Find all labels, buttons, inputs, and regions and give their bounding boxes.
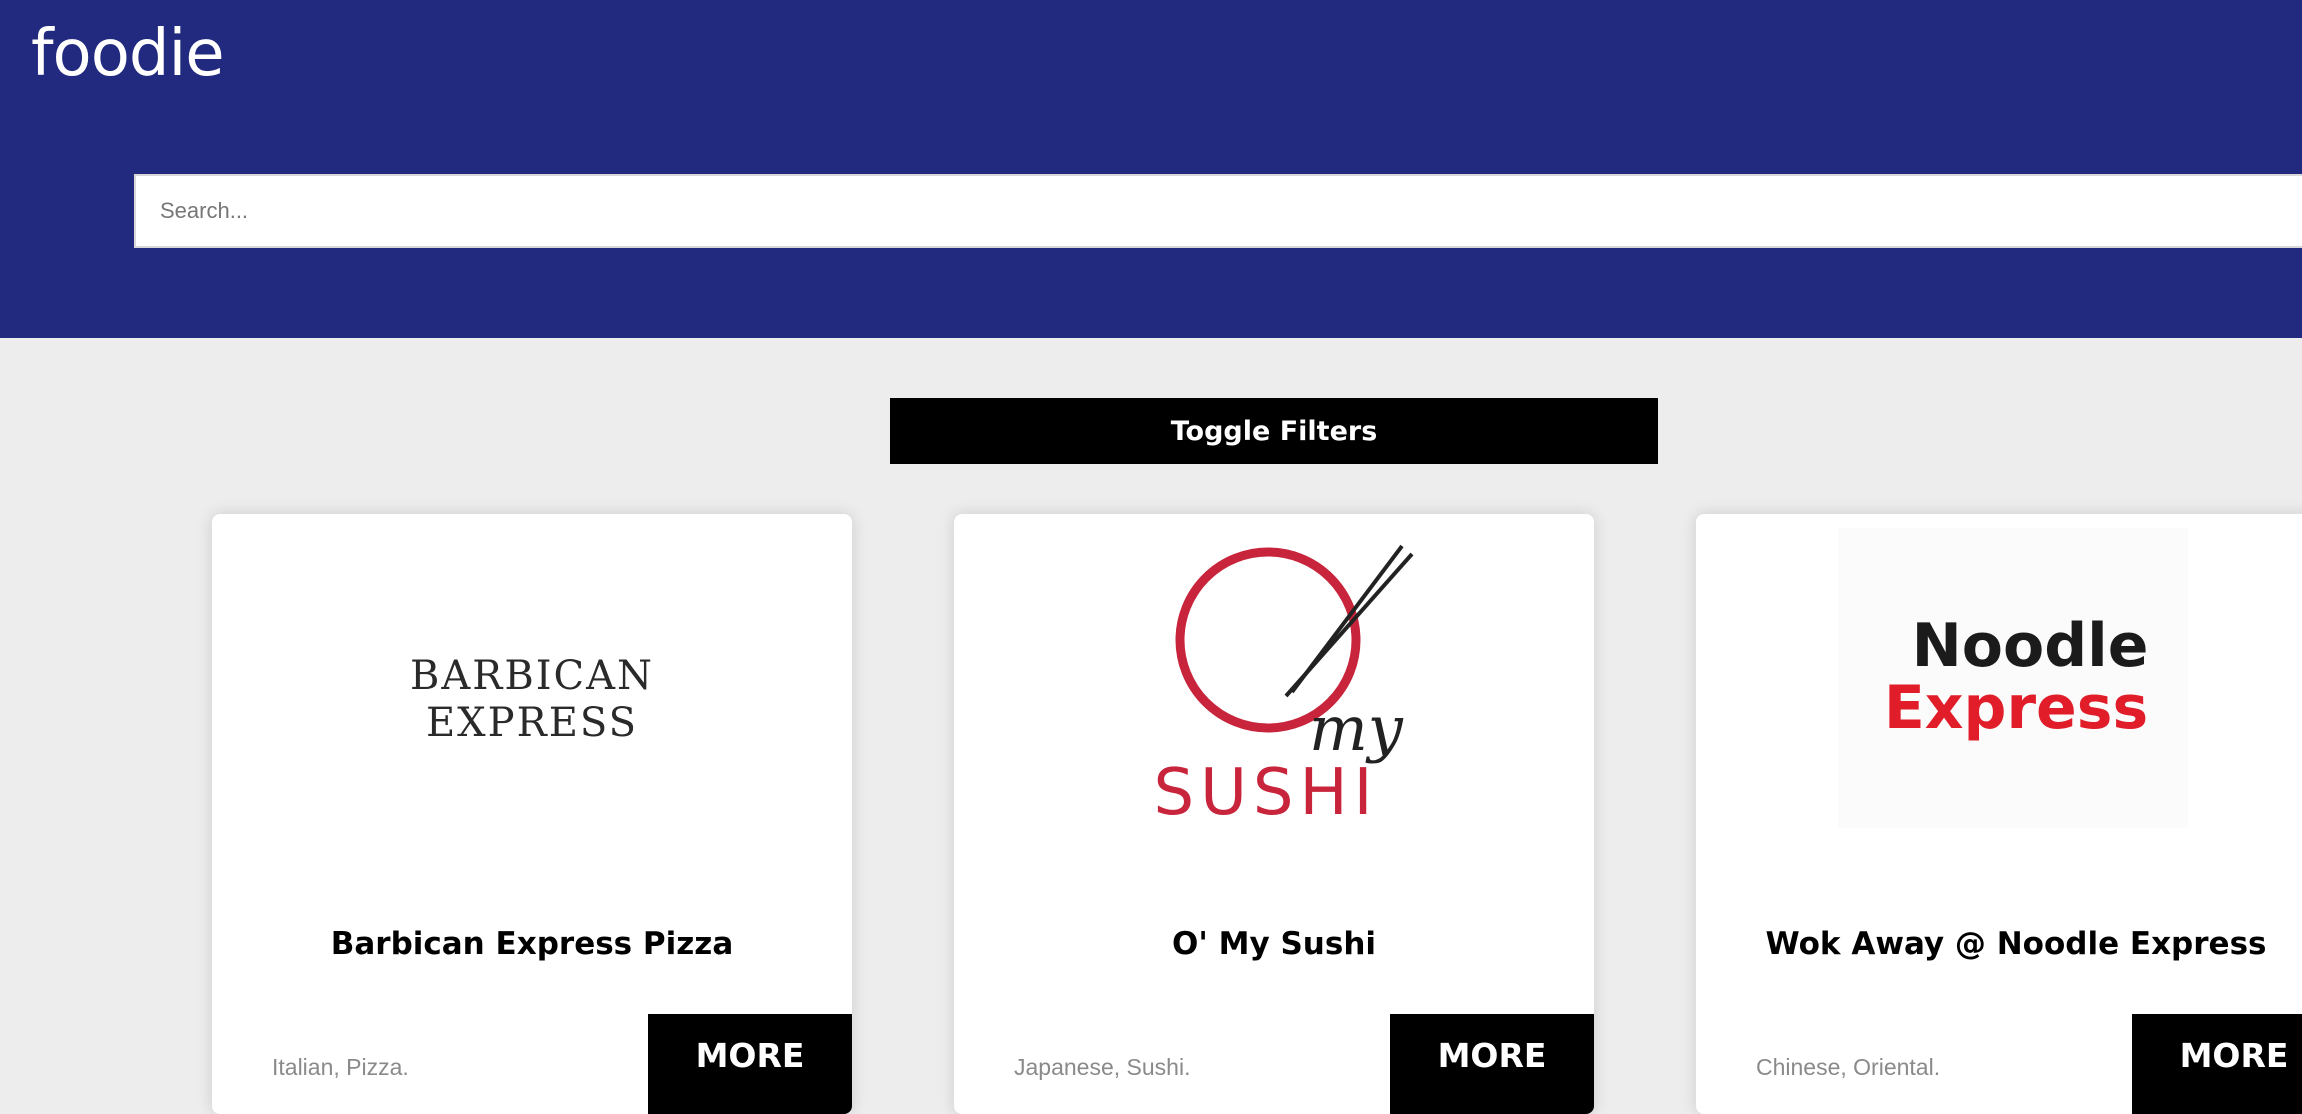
logo-text-noodle: Noodle	[1912, 611, 2149, 681]
barbican-express-logo: BARBICAN EXPRESS	[410, 653, 654, 746]
more-button[interactable]: MORE	[1390, 1014, 1594, 1114]
logo-text-sushi: SUSHI	[1153, 756, 1378, 830]
more-button[interactable]: MORE	[2132, 1014, 2302, 1114]
more-button[interactable]: MORE	[648, 1014, 852, 1114]
site-header: foodie	[0, 0, 2302, 338]
noodle-express-logo: Noodle Express	[1838, 528, 2188, 828]
restaurant-name: O' My Sushi	[1171, 926, 1377, 962]
restaurant-card[interactable]: BARBICAN EXPRESS Barbican Express Pizza …	[212, 514, 852, 1114]
logo-text-my: my	[1309, 692, 1404, 765]
brand-logo[interactable]: foodie	[31, 22, 225, 86]
o-my-sushi-logo: my SUSHI	[1153, 544, 1414, 830]
restaurant-name: Barbican Express Pizza	[330, 926, 734, 962]
toggle-filters-button[interactable]: Toggle Filters	[890, 398, 1658, 464]
restaurant-tags: Chinese, Oriental.	[1756, 1054, 1941, 1080]
search-input[interactable]	[134, 174, 2302, 248]
logo-text-express: Express	[1884, 673, 2148, 743]
restaurant-name: Wok Away @ Noodle Express	[1765, 926, 2267, 962]
restaurant-tags: Italian, Pizza.	[272, 1054, 409, 1080]
restaurant-tags: Japanese, Sushi.	[1014, 1054, 1191, 1080]
logo-text-line-1: BARBICAN	[410, 653, 654, 699]
restaurant-card[interactable]: Noodle Express Wok Away @ Noodle Express…	[1696, 514, 2302, 1114]
logo-text-line-2: EXPRESS	[426, 700, 638, 746]
restaurant-card[interactable]: my SUSHI O' My Sushi Japanese, Sushi. MO…	[954, 514, 1594, 1114]
